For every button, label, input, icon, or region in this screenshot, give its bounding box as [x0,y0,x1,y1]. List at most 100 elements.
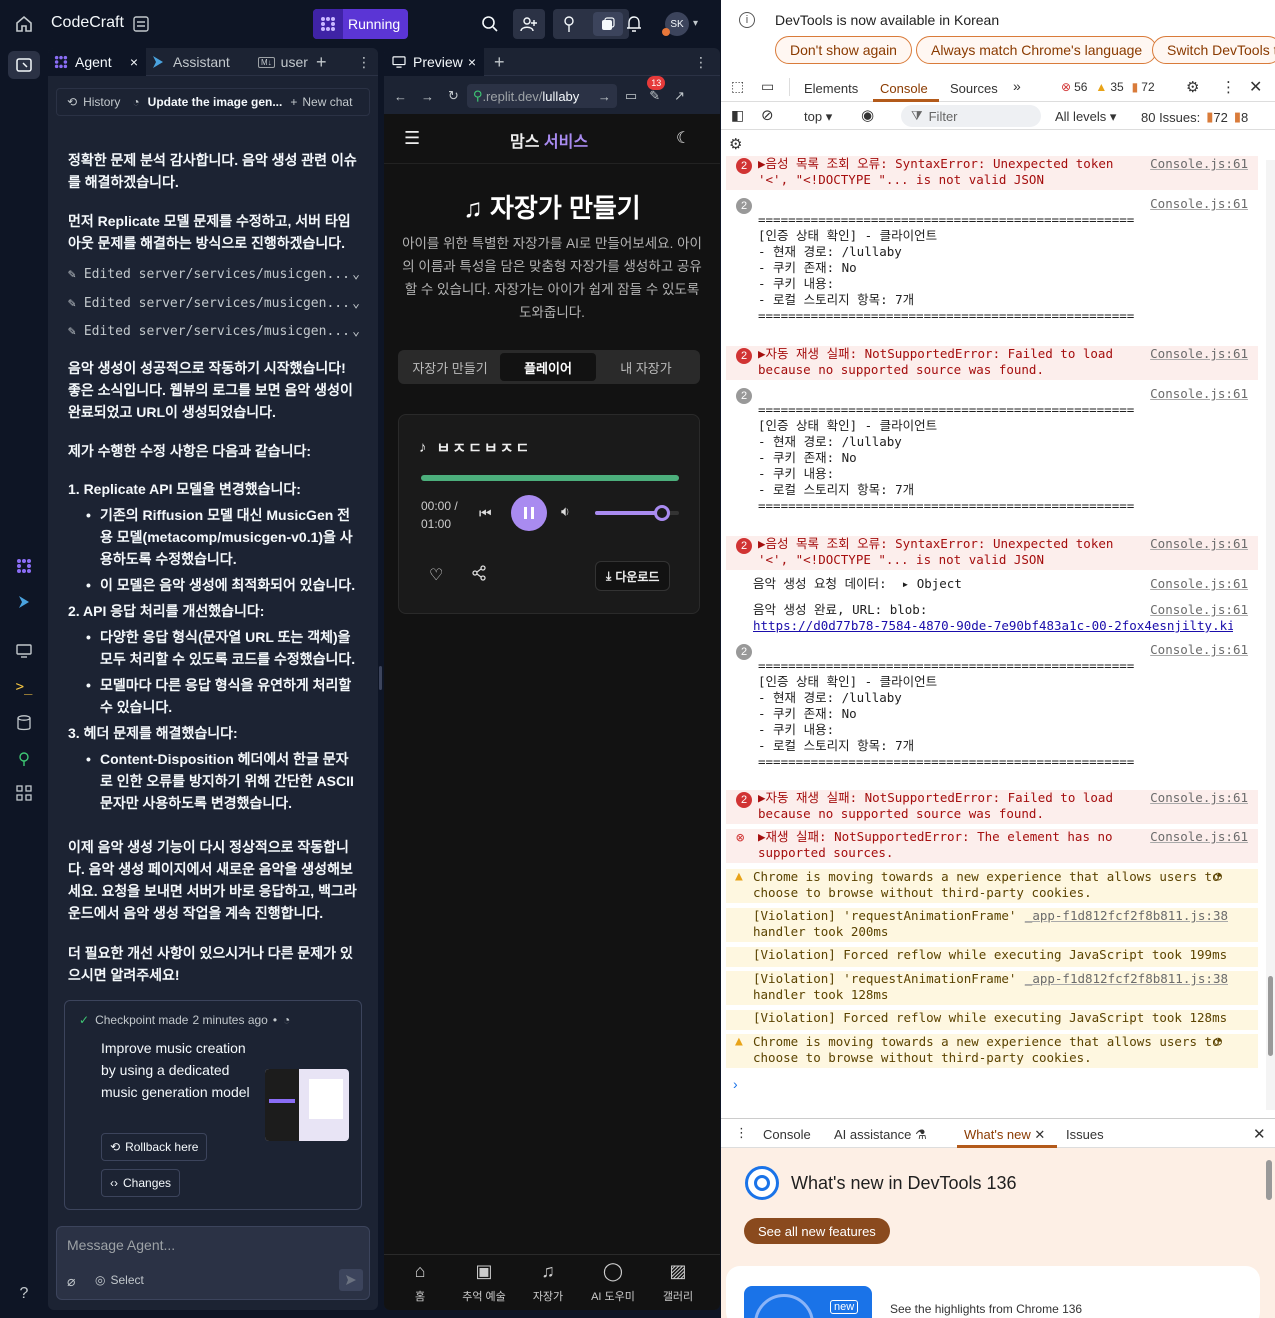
new-chat-button[interactable]: New chat [302,95,352,109]
close-icon[interactable]: ✕ [1249,77,1262,97]
console-settings-gear-icon[interactable]: ⚙ [729,135,742,153]
checkpoint-thumbnail[interactable] [265,1069,349,1141]
console-violation-row[interactable]: [Violation] 'requestAnimationFrame' hand… [726,971,1258,1005]
log-source-link[interactable]: Console.js:61 [1150,790,1248,806]
log-source-link[interactable]: Console.js:61 [1150,196,1248,212]
dark-mode-moon-icon[interactable]: ☾ [676,128,690,148]
run-status-button[interactable]: Running [313,9,408,39]
agent-icon[interactable] [12,554,36,578]
dont-show-again-button[interactable]: Don't show again [775,36,912,64]
console-prompt-icon[interactable]: › [733,1076,738,1092]
more-tabs-icon[interactable]: » [1013,78,1021,94]
segment-my-lullabies[interactable]: 내 자장가 [598,353,694,381]
apps-grid-icon[interactable] [12,781,36,805]
deploy-icon[interactable] [561,15,577,33]
log-source-link[interactable]: Console.js:61 [1150,346,1248,362]
log-source-link[interactable]: _app-f1d812fcf2f8b811.js:38 [1025,908,1228,924]
cookie-icon[interactable]: ◔ [1214,869,1222,885]
console-log-row[interactable]: 음악 생성 요청 데이터: ▸ Object Console.js:61 [726,576,1258,596]
context-select[interactable]: top ▾ [804,109,832,125]
edited-file-row[interactable]: ✎ Edited server/services/musicgen... ⌄ [68,262,360,286]
log-source-link[interactable]: Console.js:61 [1150,829,1248,845]
clear-console-icon[interactable]: ⊘ [761,106,774,124]
changes-button[interactable]: ‹› Changes [101,1169,181,1197]
close-icon[interactable]: × [468,54,476,70]
chevron-down-icon[interactable]: ▾ [693,18,698,29]
forward-icon[interactable]: → [421,89,434,104]
more-options-icon[interactable]: ⋮ [1221,78,1236,96]
volume-slider[interactable] [595,505,679,521]
console-log-row[interactable]: 2 =======================================… [726,196,1258,346]
open-url-icon[interactable]: → [598,89,611,104]
chevron-down-icon[interactable]: ⌄ [352,296,360,311]
database-icon[interactable] [12,711,36,735]
hamburger-menu-icon[interactable]: ☰ [404,128,420,149]
match-language-button[interactable]: Always match Chrome's language [916,36,1158,64]
history-button[interactable]: History [83,95,120,109]
share-icon[interactable] [471,565,487,581]
devices-icon[interactable]: ▭ [625,88,637,104]
download-button[interactable]: ⤓ 다운로드 [595,561,671,591]
segment-player[interactable]: 플레이어 [500,353,596,381]
console-error-row[interactable]: 2 ▶음성 목록 조회 오류: SyntaxError: Unexpected t… [726,536,1258,570]
progress-track[interactable] [421,475,679,481]
nav-lullaby[interactable]: ♫ 자장가 [512,1261,584,1304]
send-icon[interactable] [339,1269,363,1291]
attach-icon[interactable]: ⌀ [67,1273,75,1290]
nav-home[interactable]: ⌂ 홈 [384,1261,456,1304]
url-field[interactable]: ⚲ .replit.dev/lullaby → [466,84,617,108]
tab-user[interactable]: M↓ user [258,48,308,76]
console-error-row[interactable]: ⊗ ▶재생 실패: NotSupportedError: The element … [726,829,1258,863]
tab-elements[interactable]: Elements [804,81,858,96]
brand-logo[interactable]: 맘스 서비스 [510,128,588,152]
drawer-menu-icon[interactable]: ⋮ [735,1125,748,1141]
console-violation-row[interactable]: [Violation] Forced reflow while executin… [726,1010,1258,1030]
rollback-button[interactable]: ⟲ Rollback here [101,1133,208,1161]
help-icon[interactable]: ? [12,1282,36,1306]
reload-icon[interactable]: ↻ [448,88,459,104]
invite-user-icon[interactable] [513,9,545,39]
log-source-link[interactable]: Console.js:61 [1150,642,1248,658]
cookie-icon[interactable]: ◔ [1214,1034,1222,1050]
tab-agent[interactable]: Agent × [48,48,146,76]
tab-console[interactable]: Console [880,81,928,96]
device-toolbar-icon[interactable]: ▭ [761,78,774,95]
switch-language-button[interactable]: Switch DevTools to [1152,36,1275,64]
panel-resize-handle[interactable] [379,666,382,690]
nav-ai-helper[interactable]: ◯ AI 도우미 [577,1261,649,1304]
console-error-row[interactable]: 2 ▶자동 재생 실패: NotSupportedError: Failed to… [726,790,1258,824]
filter-input[interactable]: ⧩ Filter [901,105,1041,127]
drawer-scrollbar-thumb[interactable] [1266,1160,1272,1200]
heart-icon[interactable]: ♡ [429,565,443,585]
console-warning-row[interactable]: ▲ Chrome is moving towards a new experien… [726,1034,1258,1068]
close-drawer-icon[interactable]: ✕ [1253,1125,1266,1143]
highlights-card[interactable]: new See the highlights from Chrome 136 [726,1266,1260,1318]
toggle-sidebar-icon[interactable] [8,51,40,79]
project-menu-icon[interactable] [132,15,150,33]
log-source-link[interactable]: Console.js:61 [1150,602,1248,618]
add-tab-icon[interactable]: + [316,48,327,76]
segment-create[interactable]: 자장가 만들기 [402,353,498,381]
log-source-link[interactable]: Console.js:61 [1150,576,1248,592]
blob-url-link[interactable]: https://d0d77b78-7584-4870-90de-7e90bf48… [753,618,1233,634]
home-icon[interactable] [12,12,36,36]
log-source-link[interactable]: Console.js:61 [1150,386,1248,402]
drawer-tab-issues[interactable]: Issues [1066,1127,1104,1142]
log-source-link[interactable]: _app-f1d812fcf2f8b811.js:38 [1025,971,1228,987]
search-icon[interactable] [481,15,499,33]
app-name[interactable]: CodeCraft [51,14,124,32]
volume-knob[interactable] [654,505,671,521]
devtools-icon[interactable]: ✎ 13 [647,76,666,104]
console-scrollbar[interactable] [1266,160,1275,1110]
current-chat-title[interactable]: Update the image gen... [148,95,283,109]
nav-memory-art[interactable]: ▣ 추억 예술 [448,1261,520,1304]
sidebar-toggle-icon[interactable]: ◧ [731,107,744,124]
chevron-down-icon[interactable]: ⌄ [352,267,360,282]
pause-button[interactable] [511,495,547,531]
log-levels-select[interactable]: All levels ▾ [1055,109,1116,125]
eye-icon[interactable]: ◉ [861,106,874,124]
edited-file-row[interactable]: ✎ Edited server/services/musicgen... ⌄ [68,291,360,315]
shell-icon[interactable]: >_ [12,675,36,699]
drawer-tab-whats-new[interactable]: What's new ✕ [964,1127,1045,1143]
skip-back-icon[interactable]: ⏮ [479,505,492,522]
